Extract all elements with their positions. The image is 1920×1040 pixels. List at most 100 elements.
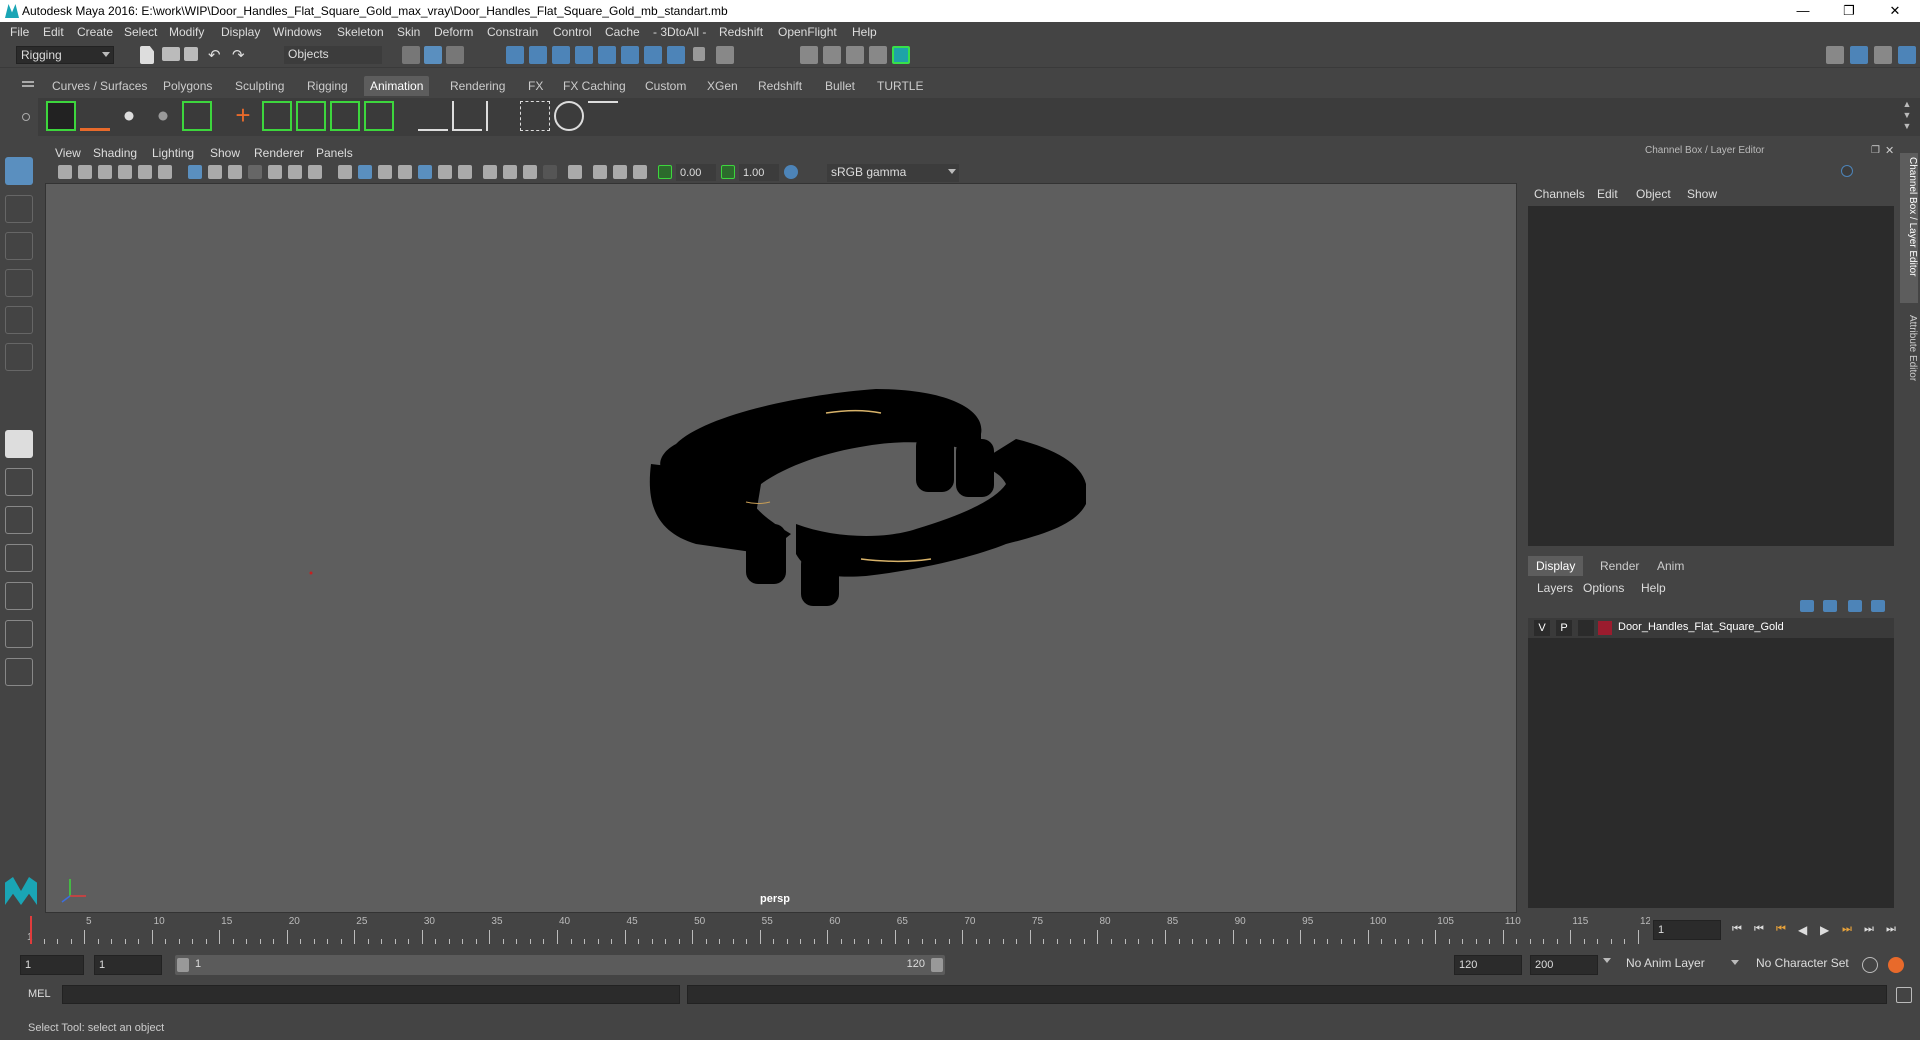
mode-dropdown[interactable]: Rigging — [16, 46, 114, 64]
shelf-tab-animation[interactable]: Animation — [364, 76, 430, 96]
snap-point-icon[interactable] — [552, 46, 570, 64]
menu-display[interactable]: Display — [221, 25, 260, 39]
open-scene-icon[interactable] — [162, 47, 180, 61]
shelf-tab-fx[interactable]: FX — [522, 76, 549, 96]
render-sequence-icon[interactable] — [823, 46, 841, 64]
lasso-tool-icon[interactable] — [5, 195, 33, 223]
shelf-tab-rendering[interactable]: Rendering — [444, 76, 511, 96]
shelf-tab-redshift[interactable]: Redshift — [752, 76, 808, 96]
menu-control[interactable]: Control — [553, 25, 592, 39]
side-tab-attribute-editor[interactable]: Attribute Editor — [1900, 311, 1918, 401]
safe-title-icon[interactable] — [308, 165, 322, 179]
ghost-icon[interactable] — [148, 101, 178, 131]
snap-live-icon[interactable] — [598, 46, 616, 64]
menu-help[interactable]: Help — [852, 25, 877, 39]
animation-end-field[interactable]: 200 — [1530, 955, 1598, 975]
scale-constraint-icon[interactable] — [364, 101, 394, 131]
camera-icon[interactable] — [58, 165, 72, 179]
maximize-button[interactable]: ❐ — [1826, 0, 1872, 22]
orient-constraint-icon[interactable] — [330, 101, 360, 131]
tool-settings-icon[interactable] — [1874, 46, 1892, 64]
shelf-tab-polygons[interactable]: Polygons — [157, 76, 218, 96]
motion-blur-icon[interactable] — [503, 165, 517, 179]
time-slider-track[interactable]: 1 51015202530354045505560657075808590951… — [22, 916, 1657, 944]
door-handle-model[interactable] — [649, 389, 1086, 606]
channel-object-menu[interactable]: Object — [1636, 187, 1671, 201]
layer-options-menu[interactable]: Options — [1583, 581, 1624, 595]
new-scene-icon[interactable] — [140, 46, 154, 64]
layer-visibility-toggle[interactable]: V — [1534, 620, 1550, 636]
layer-playback-toggle[interactable]: P — [1556, 620, 1572, 636]
range-start-handle[interactable] — [177, 958, 189, 972]
gamma-icon[interactable] — [721, 165, 735, 179]
select-by-component-icon[interactable] — [446, 46, 464, 64]
manipulator-icon[interactable] — [1841, 165, 1853, 177]
move-tool-icon[interactable] — [5, 269, 33, 297]
current-frame-field[interactable]: 1 — [1653, 920, 1721, 940]
channels-menu[interactable]: Channels — [1534, 187, 1585, 201]
render-frame-icon[interactable] — [800, 46, 818, 64]
select-by-hierarchy-icon[interactable] — [402, 46, 420, 64]
aim-constraint-icon[interactable] — [452, 101, 482, 131]
step-back-frame-icon[interactable]: ⏮ — [1754, 923, 1770, 937]
range-slider[interactable]: 1 120 — [175, 955, 945, 975]
animation-start-field[interactable]: 1 — [20, 955, 84, 975]
history-icon[interactable] — [716, 46, 734, 64]
shelf-tab-fx-caching[interactable]: FX Caching — [557, 76, 632, 96]
add-joint-icon[interactable]: + — [228, 101, 258, 131]
step-back-key-icon[interactable]: ⏮ — [1776, 923, 1792, 937]
animation-preferences-icon[interactable] — [1888, 957, 1904, 973]
menu-create[interactable]: Create — [77, 25, 113, 39]
perspective-viewport[interactable] — [45, 183, 1517, 913]
close-button[interactable]: ✕ — [1872, 0, 1918, 22]
wireframe-on-shaded-icon[interactable] — [378, 165, 392, 179]
screen-space-ao-icon[interactable] — [483, 165, 497, 179]
menu-3dtoall[interactable]: - 3DtoAll - — [653, 25, 706, 39]
menu-constrain[interactable]: Constrain — [487, 25, 538, 39]
float-panel-icon[interactable]: ❐ — [1871, 145, 1880, 156]
shadows-icon[interactable] — [458, 165, 472, 179]
shelf-scroll-arrows[interactable]: ▲ ▼ ▼ — [1900, 99, 1914, 133]
shelf-settings-icon[interactable] — [22, 113, 30, 121]
lattice-icon[interactable] — [520, 101, 550, 131]
ik-handle-icon[interactable] — [418, 101, 448, 131]
pole-vector-icon[interactable] — [486, 101, 516, 131]
safe-action-icon[interactable] — [288, 165, 302, 179]
bookmark-icon[interactable] — [98, 165, 112, 179]
command-input[interactable] — [62, 985, 680, 1004]
play-forwards-icon[interactable]: ▶ — [1820, 923, 1836, 937]
shelf-tab-sculpting[interactable]: Sculpting — [229, 76, 290, 96]
script-editor-icon[interactable] — [1896, 987, 1912, 1003]
paint-select-tool-icon[interactable] — [5, 232, 33, 260]
shelf-tab-turtle[interactable]: TURTLE — [871, 76, 929, 96]
snap-pivot-icon[interactable] — [667, 46, 685, 64]
persp-graph-layout-icon[interactable] — [5, 544, 33, 572]
layers-menu[interactable]: Layers — [1537, 581, 1573, 595]
layer-tab-render[interactable]: Render — [1592, 556, 1647, 576]
xray-active-components-icon[interactable] — [613, 165, 627, 179]
motion-trail-icon[interactable] — [114, 101, 144, 131]
custom-layout-icon[interactable] — [5, 658, 33, 686]
snap-curve-icon[interactable] — [529, 46, 547, 64]
depth-of-field-icon[interactable] — [543, 165, 557, 179]
move-layer-down-icon[interactable] — [1823, 600, 1837, 612]
shelf-tab-custom[interactable]: Custom — [639, 76, 692, 96]
use-all-lights-icon[interactable] — [438, 165, 452, 179]
2d-pan-zoom-icon[interactable] — [138, 165, 152, 179]
minimize-button[interactable]: — — [1780, 0, 1826, 22]
play-backwards-icon[interactable]: ◀ — [1798, 923, 1814, 937]
field-chart-icon[interactable] — [268, 165, 282, 179]
new-layer-icon[interactable] — [1848, 600, 1862, 612]
menu-file[interactable]: File — [10, 25, 29, 39]
shelf-tab-bullet[interactable]: Bullet — [819, 76, 861, 96]
undo-icon[interactable]: ↶ — [208, 46, 221, 64]
select-by-object-icon[interactable] — [424, 46, 442, 64]
side-tab-channel-box[interactable]: Channel Box / Layer Editor — [1900, 153, 1918, 303]
channel-list[interactable] — [1528, 206, 1894, 546]
panel-menu-renderer[interactable]: Renderer — [254, 146, 304, 160]
playback-end-field[interactable]: 120 — [1454, 955, 1522, 975]
menu-modify[interactable]: Modify — [169, 25, 204, 39]
attribute-editor-icon[interactable] — [1850, 46, 1868, 64]
persp-outliner-layout-icon[interactable] — [5, 506, 33, 534]
layer-tab-anim[interactable]: Anim — [1649, 556, 1692, 576]
